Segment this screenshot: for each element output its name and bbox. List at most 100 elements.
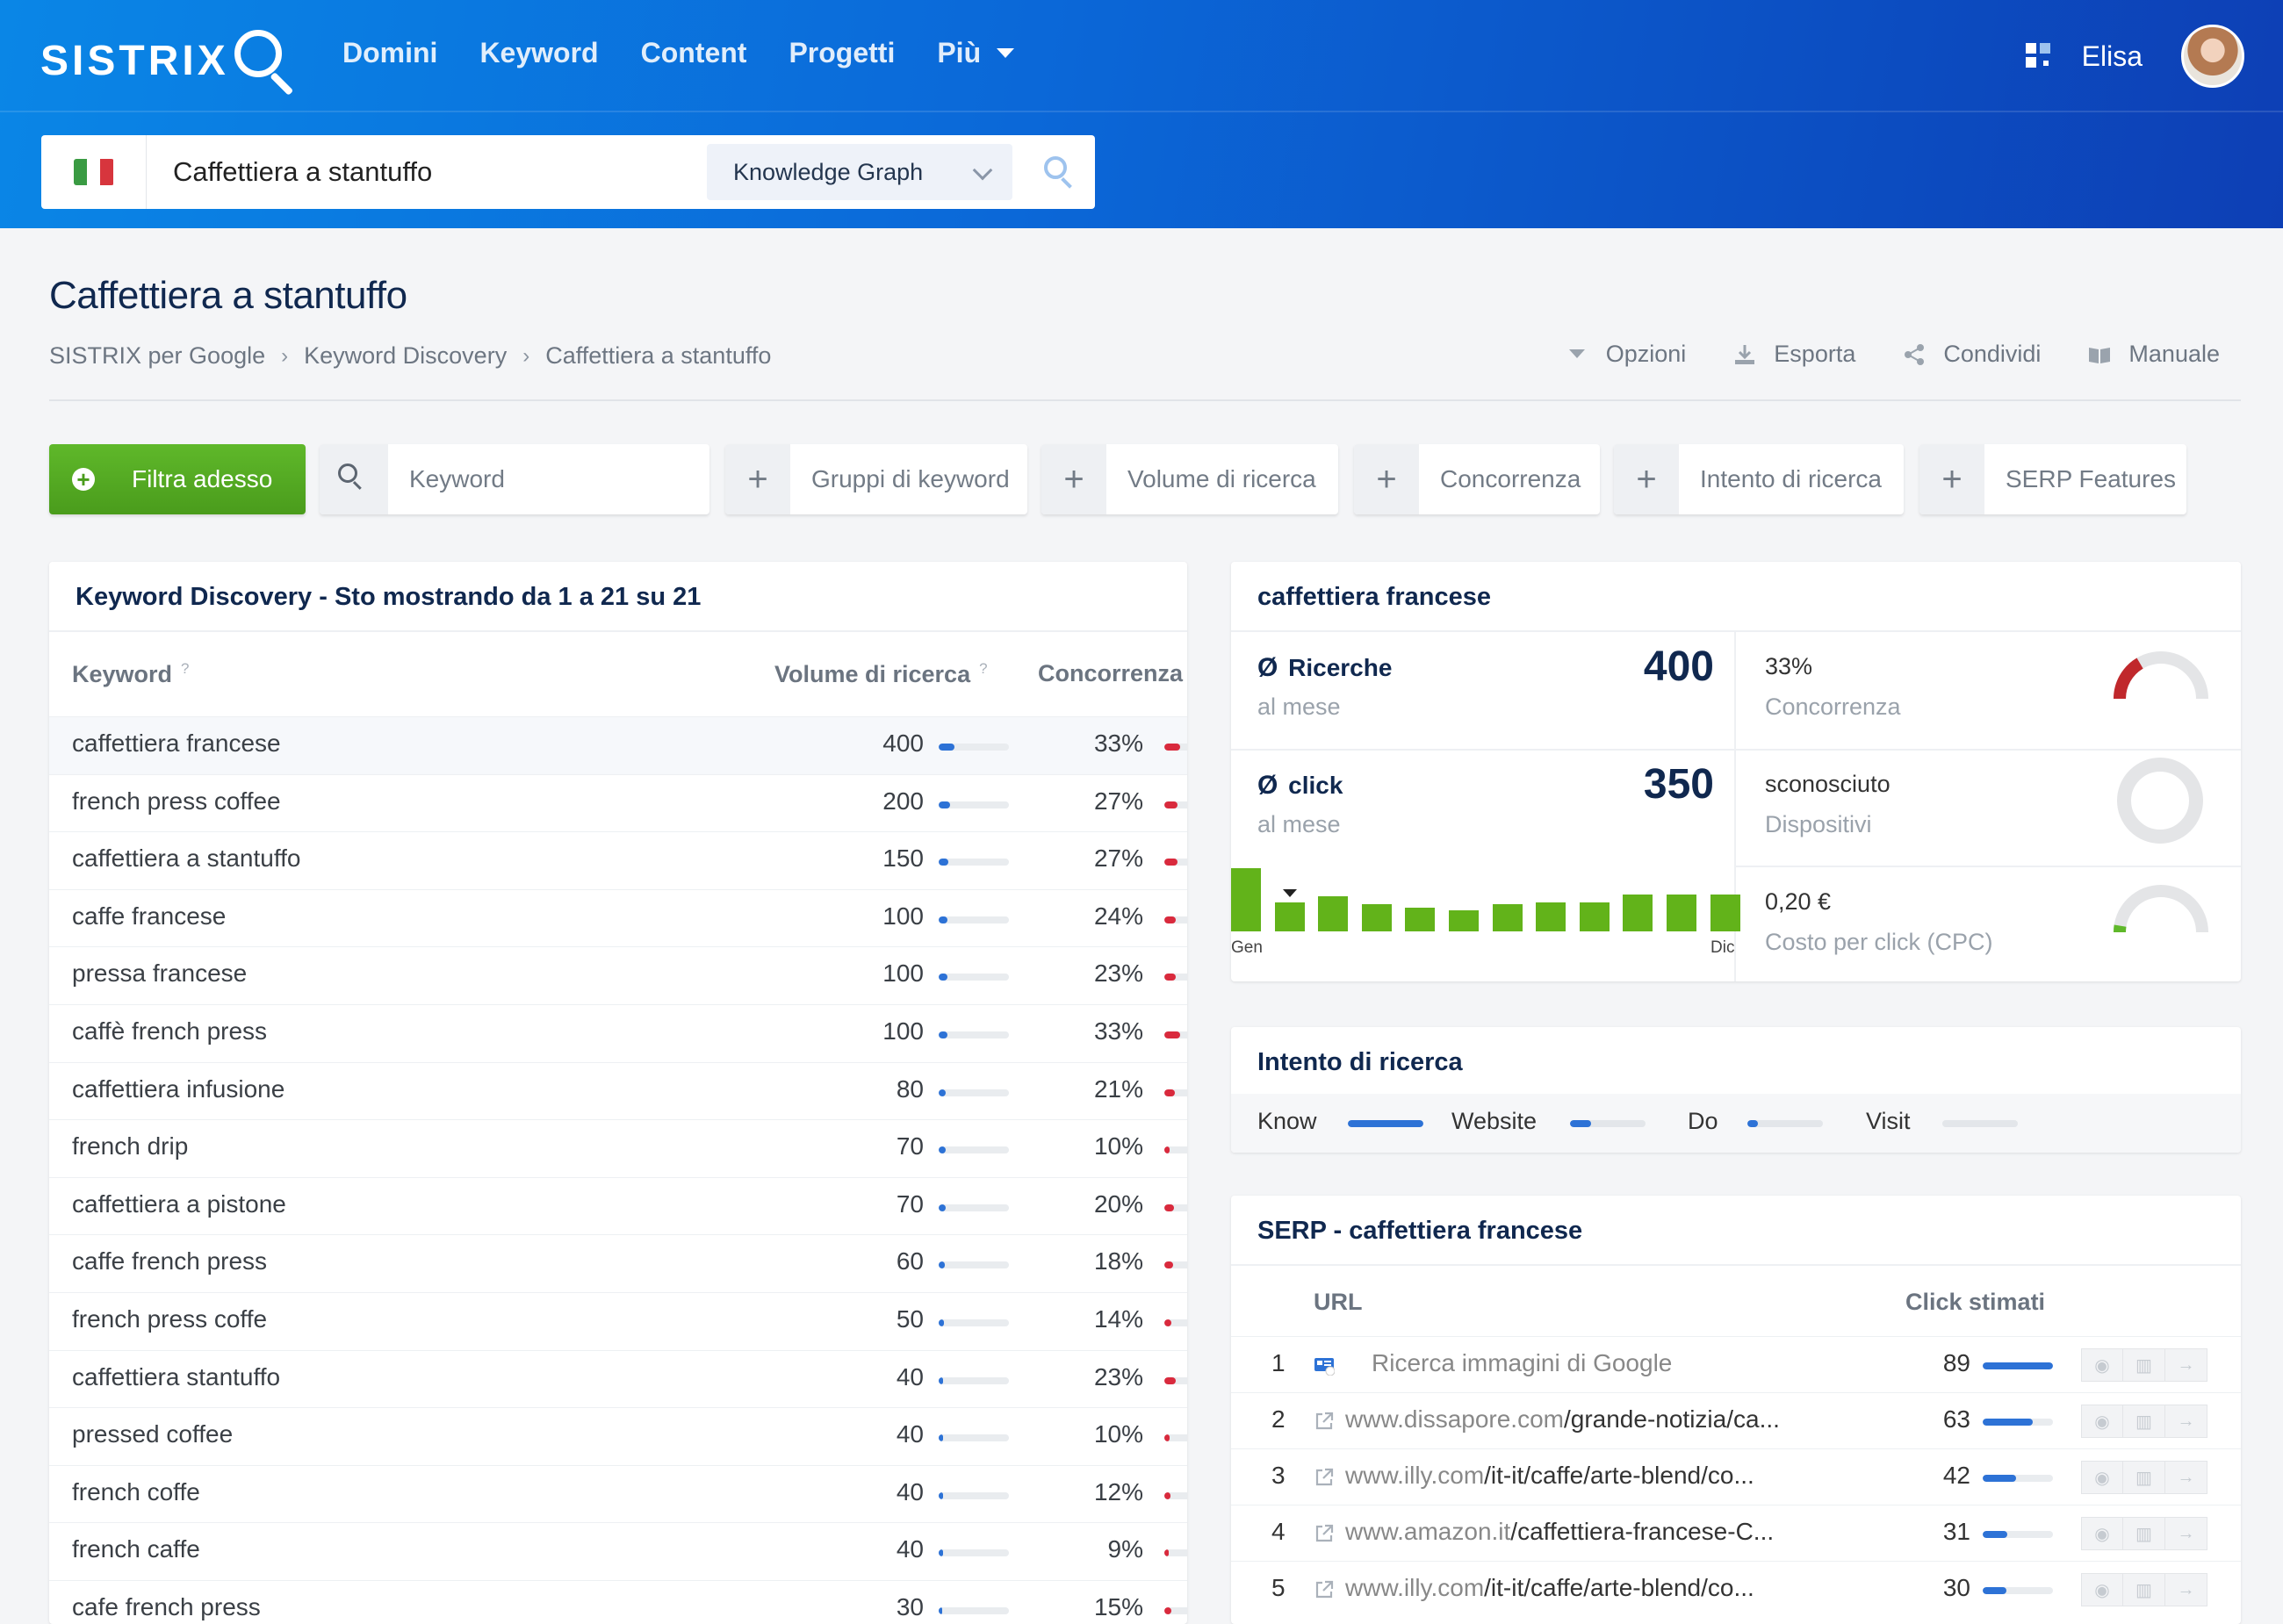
breadcrumb-item[interactable]: SISTRIX per Google (49, 342, 265, 370)
keyword-cell[interactable]: caffettiera francese (72, 729, 281, 758)
keyword-cell[interactable]: pressa francese (72, 959, 247, 988)
filter-search-volume[interactable]: + Volume di ricerca (1041, 444, 1338, 514)
table-row[interactable]: caffe french press 60 18% (49, 1234, 1187, 1292)
nav-keyword[interactable]: Keyword (479, 37, 598, 69)
country-selector[interactable] (41, 135, 147, 209)
arrow-right-icon[interactable]: → (2165, 1405, 2207, 1438)
table-row[interactable]: caffettiera a pistone 70 20% (49, 1176, 1187, 1235)
serp-url[interactable]: www.amazon.it/caffettiera-francese-C... (1345, 1518, 1774, 1546)
external-link-icon[interactable] (1314, 1411, 1335, 1432)
serp-row[interactable]: 2 www.dissapore.com/grande-notizia/ca... 6… (1231, 1392, 2241, 1448)
trend-bar[interactable] (1318, 896, 1349, 931)
table-row[interactable]: pressed coffee 40 10% (49, 1407, 1187, 1465)
keyword-cell[interactable]: french caffe (72, 1535, 200, 1563)
filter-now-button[interactable]: + Filtra adesso (49, 444, 306, 514)
column-header-keyword[interactable]: Keyword? (72, 660, 190, 688)
trend-bar[interactable] (1667, 895, 1696, 931)
serp-row[interactable]: 5 www.illy.com/it-it/caffe/arte-blend/co.… (1231, 1561, 2241, 1617)
keyword-filter-input[interactable]: Keyword (320, 444, 709, 514)
keyword-cell[interactable]: caffettiera a stantuffo (72, 844, 300, 873)
table-row[interactable]: french press coffe 50 14% (49, 1291, 1187, 1350)
keyword-cell[interactable]: caffe francese (72, 902, 226, 931)
serp-row[interactable]: 1 Ricerca immagini di Google 89 ◉ ▥ → (1231, 1336, 2241, 1392)
options-button[interactable]: Opzioni (1566, 341, 1686, 368)
breadcrumb-item[interactable]: Keyword Discovery (304, 342, 507, 370)
trend-bar[interactable] (1710, 895, 1740, 931)
keyword-cell[interactable]: caffe french press (72, 1247, 267, 1275)
preview-eye-icon[interactable]: ◉ (2081, 1348, 2123, 1382)
trend-bar[interactable] (1623, 895, 1653, 931)
filter-search-intent[interactable]: + Intento di ricerca (1614, 444, 1904, 514)
filter-keyword-groups[interactable]: + Gruppi di keyword (725, 444, 1027, 514)
nav-content[interactable]: Content (641, 37, 747, 69)
table-row[interactable]: caffettiera francese 400 33% (49, 716, 1187, 774)
serp-row[interactable]: 3 www.illy.com/it-it/caffe/arte-blend/co.… (1231, 1448, 2241, 1505)
arrow-right-icon[interactable]: → (2165, 1461, 2207, 1494)
user-name[interactable]: Elisa (2082, 40, 2143, 73)
trend-bar[interactable] (1405, 908, 1436, 931)
keyword-cell[interactable]: french press coffe (72, 1305, 267, 1333)
table-row[interactable]: french drip 70 10% (49, 1119, 1187, 1177)
keyword-cell[interactable]: pressed coffee (72, 1420, 233, 1448)
keyword-cell[interactable]: caffettiera infusione (72, 1075, 284, 1103)
chart-icon[interactable]: ▥ (2123, 1405, 2165, 1438)
keyword-facts-title[interactable]: caffettiera francese (1257, 583, 1491, 612)
column-header-competition[interactable]: Concorrenza (1038, 660, 1183, 687)
table-row[interactable]: cafe french press 30 15% (49, 1579, 1187, 1624)
serp-url[interactable]: Ricerca immagini di Google (1372, 1349, 1672, 1377)
table-row[interactable]: french caffe 40 9% (49, 1522, 1187, 1580)
keyword-cell[interactable]: french coffe (72, 1478, 200, 1506)
arrow-right-icon[interactable]: → (2165, 1517, 2207, 1550)
serp-url[interactable]: www.illy.com/it-it/caffe/arte-blend/co..… (1345, 1574, 1754, 1602)
chart-icon[interactable]: ▥ (2123, 1517, 2165, 1550)
search-mode-select[interactable]: Knowledge Graph (707, 144, 1012, 200)
external-link-icon[interactable] (1314, 1467, 1335, 1488)
arrow-right-icon[interactable]: → (2165, 1573, 2207, 1606)
preview-eye-icon[interactable]: ◉ (2081, 1405, 2123, 1438)
keyword-cell[interactable]: caffè french press (72, 1017, 267, 1046)
chart-icon[interactable]: ▥ (2123, 1461, 2165, 1494)
external-link-icon[interactable] (1314, 1579, 1335, 1600)
nav-domini[interactable]: Domini (342, 37, 437, 69)
trend-bar[interactable] (1579, 902, 1610, 931)
manual-button[interactable]: Manuale (2088, 341, 2220, 368)
preview-eye-icon[interactable]: ◉ (2081, 1573, 2123, 1606)
filter-competition[interactable]: + Concorrenza (1354, 444, 1600, 514)
nav-progetti[interactable]: Progetti (789, 37, 895, 69)
column-header-volume[interactable]: Volume di ricerca? (774, 660, 988, 688)
export-button[interactable]: Esporta (1733, 341, 1855, 368)
table-row[interactable]: caffettiera a stantuffo 150 27% (49, 831, 1187, 889)
arrow-right-icon[interactable]: → (2165, 1348, 2207, 1382)
filter-serp-features[interactable]: + SERP Features (1919, 444, 2186, 514)
chart-icon[interactable]: ▥ (2123, 1573, 2165, 1606)
help-icon[interactable]: ? (181, 660, 189, 677)
trend-bar[interactable] (1536, 902, 1566, 931)
apps-grid-icon[interactable] (2025, 43, 2052, 69)
table-row[interactable]: french press coffee 200 27% (49, 773, 1187, 832)
keyword-cell[interactable]: caffettiera a pistone (72, 1190, 286, 1218)
table-row[interactable]: caffettiera infusione 80 21% (49, 1061, 1187, 1120)
help-icon[interactable]: ? (979, 660, 987, 677)
trend-bar[interactable] (1361, 904, 1392, 931)
table-row[interactable]: caffè french press 100 33% (49, 1003, 1187, 1062)
sistrix-logo[interactable]: SISTRIX (40, 30, 296, 96)
table-row[interactable]: caffettiera stantuffo 40 23% (49, 1349, 1187, 1408)
chart-icon[interactable]: ▥ (2123, 1348, 2165, 1382)
table-row[interactable]: pressa francese 100 23% (49, 946, 1187, 1004)
serp-row[interactable]: 4 www.amazon.it/caffettiera-francese-C...… (1231, 1505, 2241, 1561)
share-button[interactable]: Condividi (1903, 341, 2041, 368)
external-link-icon[interactable] (1314, 1523, 1335, 1544)
trend-bar[interactable] (1449, 910, 1479, 931)
nav-piu[interactable]: Più (937, 37, 1015, 69)
table-row[interactable]: caffe francese 100 24% (49, 888, 1187, 947)
serp-url[interactable]: www.illy.com/it-it/caffe/arte-blend/co..… (1345, 1462, 1754, 1490)
serp-url[interactable]: www.dissapore.com/grande-notizia/ca... (1345, 1405, 1780, 1434)
table-row[interactable]: french coffe 40 12% (49, 1464, 1187, 1523)
keyword-cell[interactable]: caffettiera stantuffo (72, 1363, 280, 1391)
keyword-cell[interactable]: french drip (72, 1132, 188, 1161)
preview-eye-icon[interactable]: ◉ (2081, 1517, 2123, 1550)
trend-bar[interactable] (1274, 902, 1305, 931)
search-button[interactable] (1025, 135, 1095, 209)
search-input[interactable] (147, 135, 707, 209)
keyword-cell[interactable]: french press coffee (72, 787, 281, 816)
